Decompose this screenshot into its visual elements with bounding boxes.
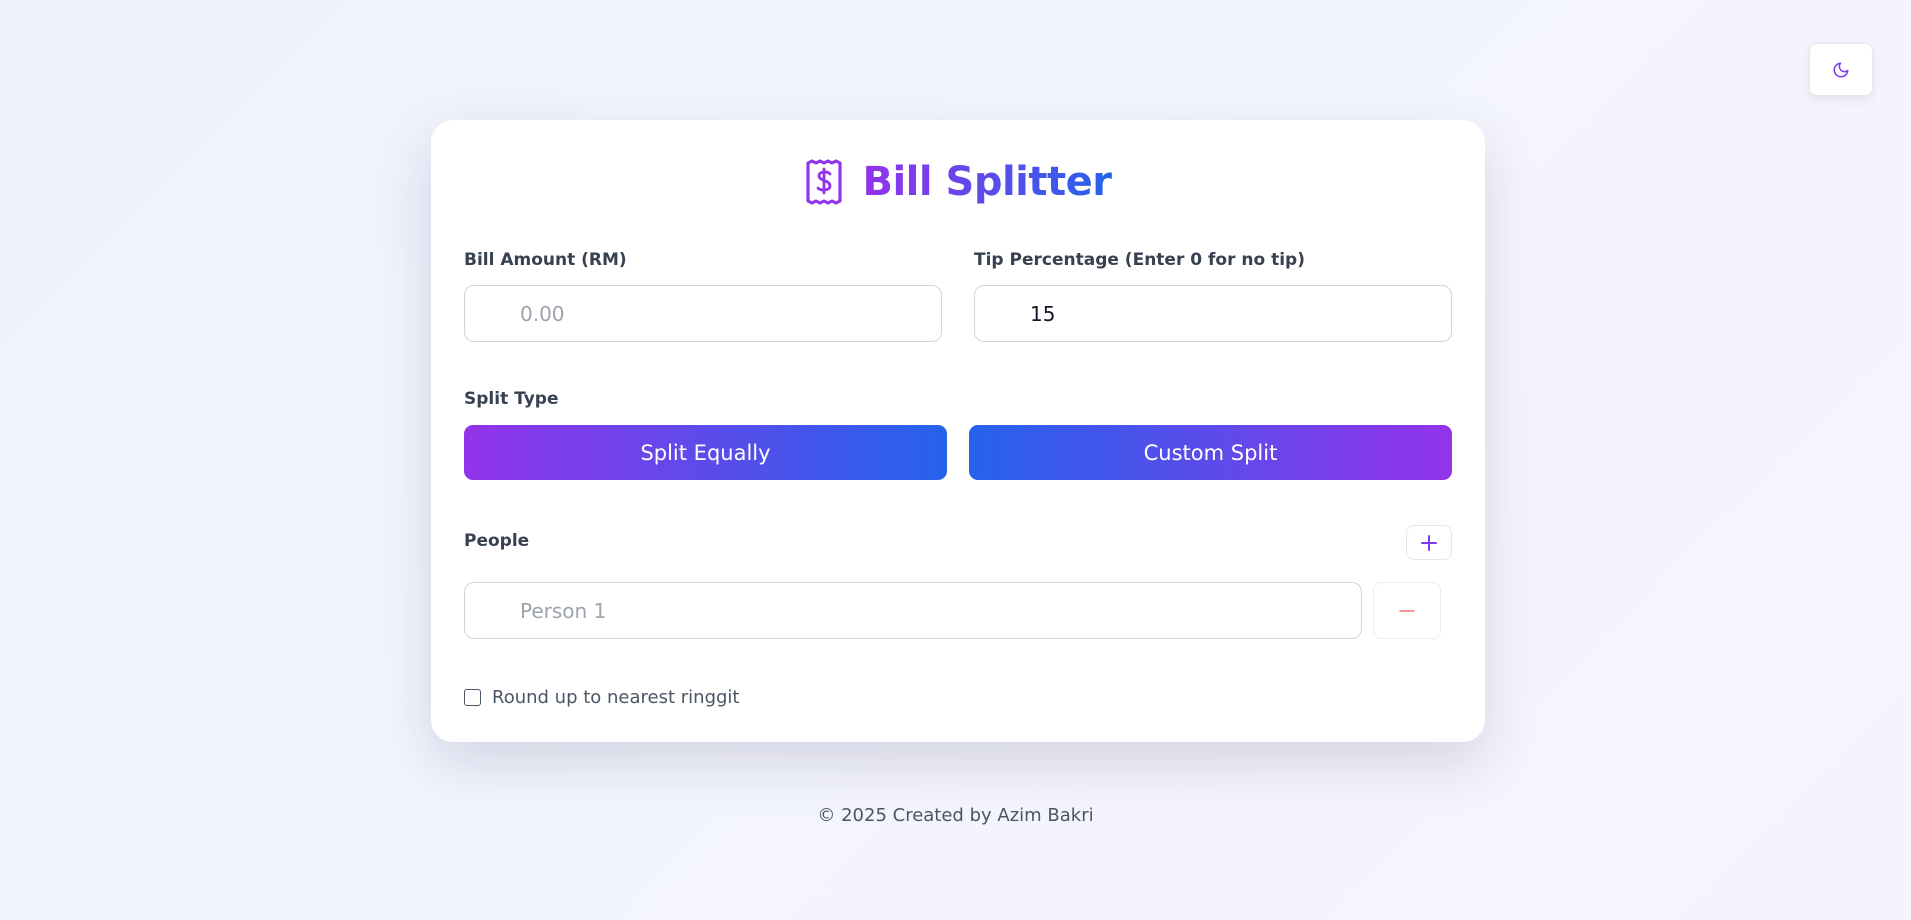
person-name-input[interactable] [464,582,1362,639]
tip-percentage-label: Tip Percentage (Enter 0 for no tip) [974,250,1305,270]
remove-person-button[interactable] [1373,582,1441,639]
page-title: Bill Splitter [862,159,1112,205]
round-up-option[interactable]: Round up to nearest ringgit [464,685,740,709]
bill-amount-input[interactable] [464,285,942,342]
moon-icon [1833,62,1849,77]
round-up-checkbox[interactable] [464,688,481,706]
bill-amount-label: Bill Amount (RM) [464,250,627,270]
theme-toggle-button[interactable] [1809,43,1873,96]
tip-percentage-input[interactable] [974,285,1452,342]
round-up-label: Round up to nearest ringgit [492,686,740,708]
receipt-icon [806,159,843,205]
split-equally-button[interactable]: Split Equally [464,425,947,480]
bill-splitter-card: Bill Splitter Bill Amount (RM) Tip Perce… [431,120,1485,742]
add-person-button[interactable] [1406,525,1452,560]
split-type-label: Split Type [464,389,559,409]
title-row: Bill Splitter [431,154,1485,210]
custom-split-button[interactable]: Custom Split [969,425,1452,480]
minus-icon [1399,609,1415,612]
footer-credit: © 2025 Created by Azim Bakri [817,805,1094,826]
plus-icon [1421,534,1437,551]
people-label: People [464,531,530,551]
